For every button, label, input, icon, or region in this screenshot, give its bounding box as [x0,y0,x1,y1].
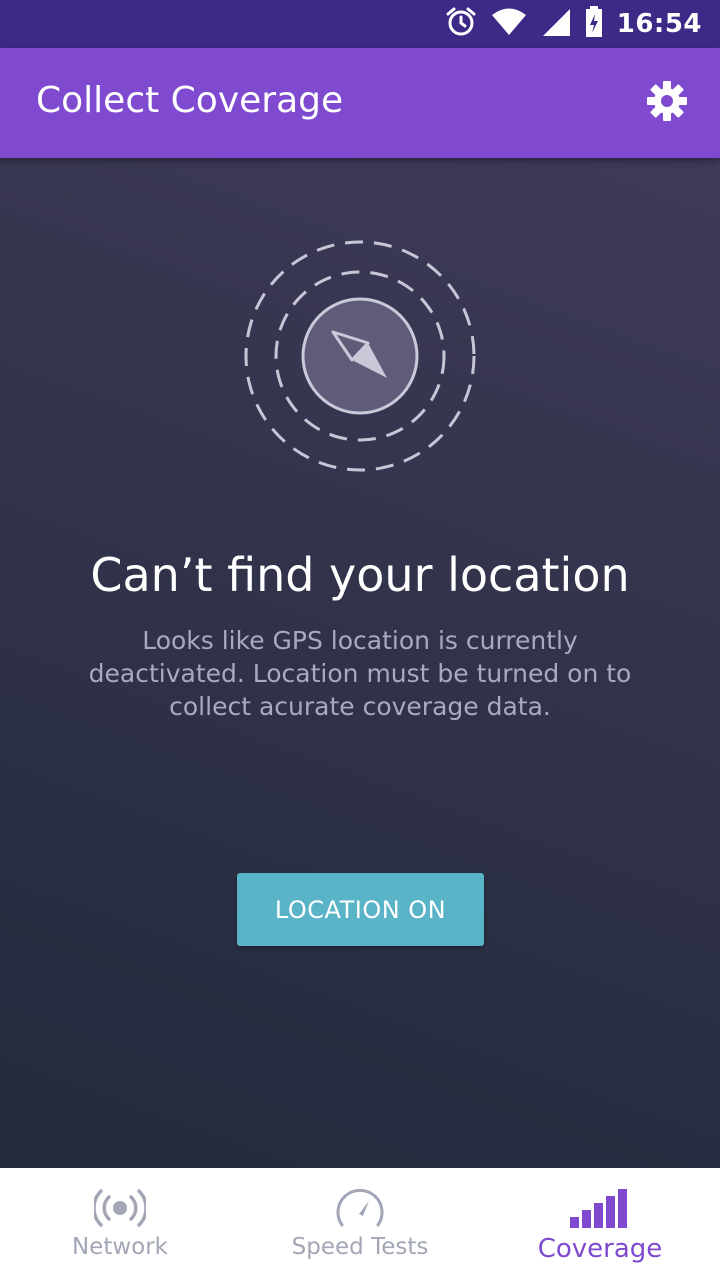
message-text: Looks like GPS location is currently dea… [88,626,632,721]
alarm-icon [445,6,477,42]
gear-icon [646,80,688,126]
tab-speed-tests[interactable]: Speed Tests [240,1168,480,1280]
signal-bars-icon [568,1186,632,1230]
app-bar: Collect Coverage [0,48,720,158]
broadcast-icon [94,1186,146,1230]
status-icons: 16:54 [445,6,702,42]
status-bar: 16:54 [0,0,720,48]
location-on-button[interactable]: LOCATION ON [237,873,484,946]
battery-charging-icon [585,6,603,42]
status-time: 16:54 [616,9,702,39]
tab-network-label: Network [71,1234,169,1260]
page-title: Collect Coverage [36,80,344,121]
compass-icon [244,240,476,472]
tab-coverage-label: Coverage [537,1234,663,1264]
settings-button[interactable] [644,80,690,126]
bottom-nav: Network Speed Tests Coverage [0,1168,720,1280]
tab-speed-tests-label: Speed Tests [291,1234,429,1260]
tab-coverage[interactable]: Coverage [480,1168,720,1280]
speedometer-icon [335,1186,385,1230]
tab-network[interactable]: Network [0,1168,240,1280]
wifi-icon [491,8,527,40]
main-content: Can’t find your location Looks like GPS … [0,158,720,1168]
headline: Can’t find your location [90,548,630,602]
compass-illustration [240,238,480,478]
cell-signal-icon [541,7,571,41]
